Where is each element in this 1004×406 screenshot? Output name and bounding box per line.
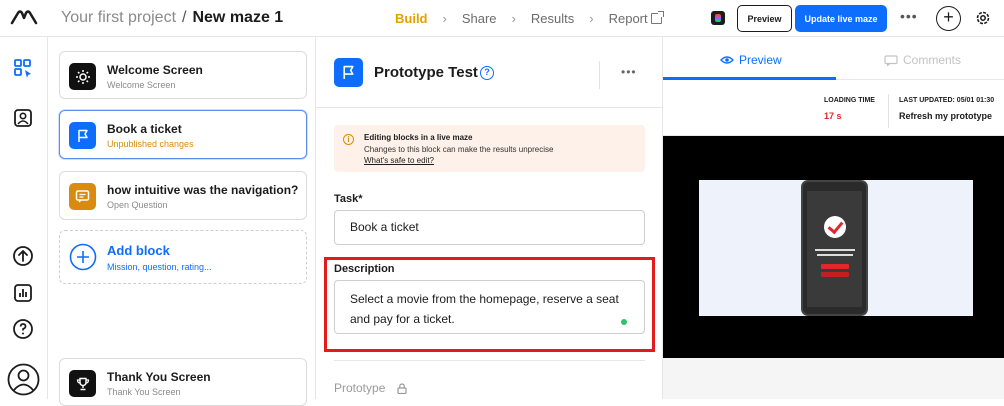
phone-button	[821, 272, 849, 277]
contacts-icon[interactable]	[12, 107, 34, 129]
preview-button[interactable]: Preview	[737, 5, 792, 32]
preview-tabs: Preview Comments	[663, 37, 1004, 80]
checkmark-icon	[824, 216, 846, 238]
step-build[interactable]: Build	[395, 11, 428, 26]
block-book-a-ticket[interactable]: Book a ticket Unpublished changes	[59, 110, 307, 159]
analytics-icon[interactable]	[12, 282, 34, 304]
prototype-meta: LOADING TIME 17 s LAST UPDATED: 05/01 01…	[663, 80, 1004, 136]
chevron-right-icon: ›	[442, 11, 447, 26]
prototype-stage	[663, 136, 1004, 358]
chevron-right-icon: ›	[511, 11, 516, 26]
top-bar: Your first project / New maze 1 Build › Shar…	[0, 0, 1004, 37]
plus-circle-icon	[69, 243, 97, 271]
refresh-prototype-link[interactable]: Refresh my prototype	[899, 111, 992, 121]
tab-comments[interactable]: Comments	[903, 53, 961, 67]
divider	[599, 61, 600, 89]
eye-icon	[720, 56, 734, 64]
block-welcome-screen[interactable]: Welcome Screen Welcome Screen	[59, 51, 307, 99]
prototype-canvas[interactable]	[699, 180, 973, 316]
gear-icon[interactable]	[974, 9, 992, 27]
block-title: Book a ticket	[107, 122, 182, 136]
notice-title: Editing blocks in a live maze	[364, 133, 473, 142]
block-title: how intuitive was the navigation?	[107, 183, 299, 197]
block-subtitle: Unpublished changes	[107, 139, 194, 149]
comment-icon	[884, 55, 898, 66]
breadcrumb-maze-name[interactable]: New maze 1	[192, 9, 283, 26]
add-block-title: Add block	[107, 243, 170, 258]
left-rail	[0, 37, 48, 399]
block-open-question[interactable]: how intuitive was the navigation? Open Q…	[59, 171, 307, 220]
divider	[316, 107, 662, 108]
help-circle-icon[interactable]: ?	[480, 66, 494, 80]
task-field[interactable]: Book a ticket	[334, 210, 645, 245]
message-icon	[69, 183, 96, 210]
last-updated-label: LAST UPDATED: 05/01 01:30	[899, 97, 995, 104]
add-block-button[interactable]: Add block Mission, question, rating...	[59, 230, 307, 284]
tab-preview[interactable]: Preview	[739, 53, 782, 67]
flag-icon	[334, 58, 363, 87]
task-label: Task*	[334, 193, 363, 205]
divider	[888, 94, 889, 128]
flag-icon	[69, 122, 96, 149]
prototype-label: Prototype	[334, 381, 386, 395]
step-share[interactable]: Share	[462, 11, 497, 26]
info-icon: i	[343, 134, 354, 145]
phone-text-line	[817, 254, 853, 256]
editor-title: Prototype Test	[374, 64, 478, 81]
block-subtitle: Thank You Screen	[107, 387, 181, 397]
breadcrumb-project[interactable]: Your first project	[61, 9, 176, 26]
highlight-box	[324, 257, 655, 352]
phone-screen	[807, 191, 862, 307]
more-options-icon[interactable]: •••	[621, 65, 637, 79]
block-title: Welcome Screen	[107, 63, 203, 77]
loading-time-label: LOADING TIME	[824, 97, 875, 104]
divider	[334, 360, 645, 361]
workflow-steps: Build › Share › Results › Report	[395, 11, 664, 26]
add-icon[interactable]: +	[936, 6, 961, 31]
breadcrumb-separator: /	[182, 9, 187, 26]
step-results[interactable]: Results	[531, 11, 574, 26]
block-list-panel: Welcome Screen Welcome Screen Book a tic…	[48, 37, 316, 406]
step-report[interactable]: Report	[609, 11, 648, 26]
update-live-maze-button[interactable]: Update live maze	[795, 5, 887, 32]
help-icon[interactable]	[12, 318, 34, 340]
block-subtitle: Open Question	[107, 200, 168, 210]
phone-mockup	[801, 180, 868, 316]
preview-panel: Preview Comments LOADING TIME 17 s LAST …	[663, 37, 1004, 399]
block-editor-panel: Prototype Test ? ••• i Editing blocks in…	[316, 37, 663, 399]
block-title: Thank You Screen	[107, 370, 211, 384]
sun-icon	[69, 63, 96, 90]
more-options-icon[interactable]: •••	[900, 8, 918, 24]
live-maze-notice: i Editing blocks in a live maze Changes …	[334, 125, 645, 172]
maze-logo-icon[interactable]	[10, 9, 38, 27]
add-block-subtitle: Mission, question, rating...	[107, 262, 212, 272]
upload-icon[interactable]	[12, 245, 34, 267]
external-link-icon	[650, 11, 664, 24]
blocks-grid-icon[interactable]	[12, 57, 34, 79]
avatar[interactable]	[7, 363, 40, 396]
trophy-icon	[69, 370, 96, 397]
block-subtitle: Welcome Screen	[107, 80, 176, 90]
phone-text-line	[815, 249, 855, 251]
notice-description: Changes to this block can make the resul…	[364, 145, 554, 154]
figma-icon[interactable]	[711, 11, 725, 25]
breadcrumb: Your first project / New maze 1	[61, 9, 283, 27]
chevron-right-icon: ›	[589, 11, 594, 26]
loading-time-value: 17 s	[824, 111, 842, 121]
safe-to-edit-link[interactable]: What's safe to edit?	[364, 156, 434, 165]
phone-button	[821, 264, 849, 269]
lock-icon	[397, 383, 407, 394]
